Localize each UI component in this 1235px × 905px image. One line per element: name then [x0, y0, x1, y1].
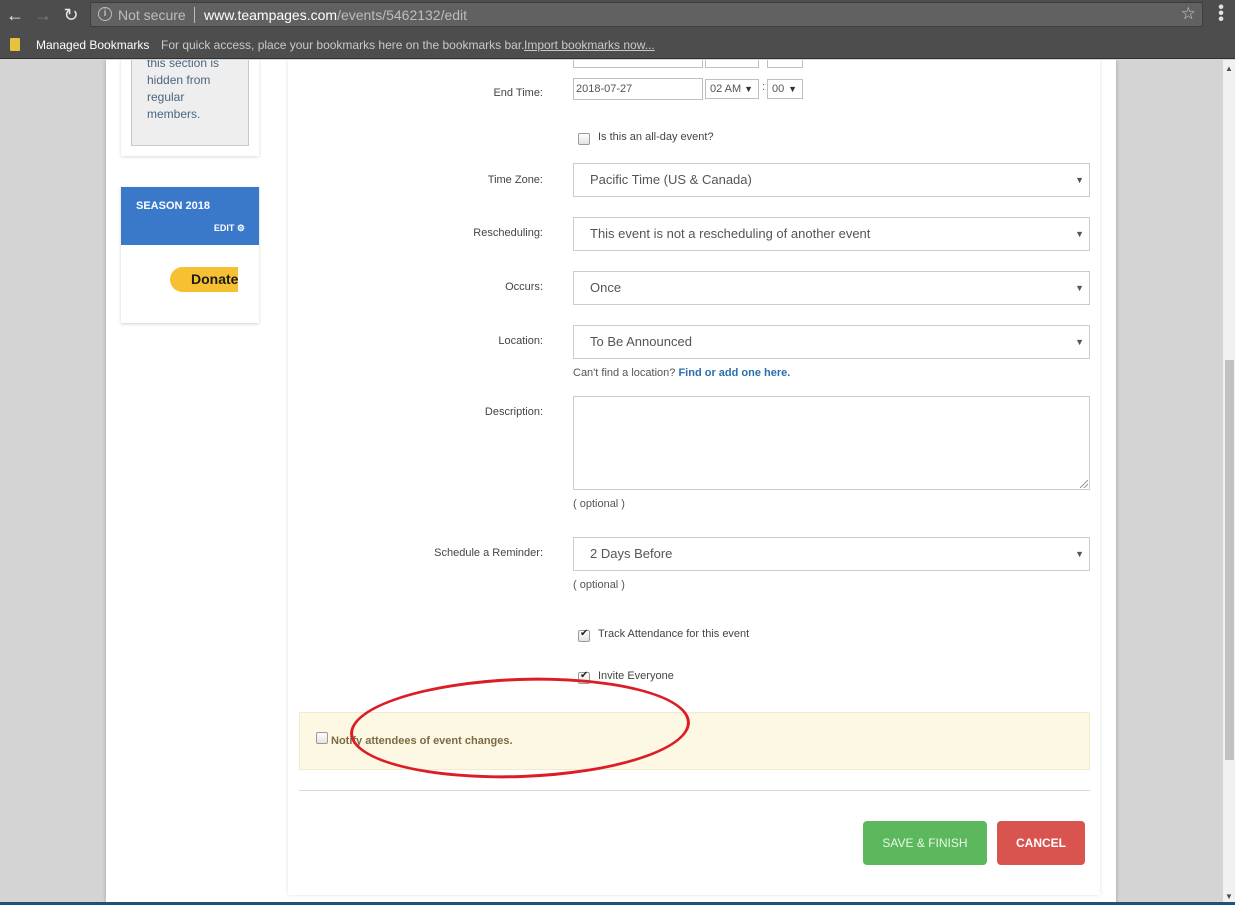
season-edit-label: EDIT	[213, 223, 235, 233]
back-arrow-icon: ←	[6, 5, 24, 25]
bookmarks-bar: Managed Bookmarks For quick access, plac…	[0, 30, 1235, 59]
gear-icon: ⚙	[236, 223, 245, 233]
chevron-down-icon: ▼	[1075, 283, 1084, 293]
forward-arrow-icon: →	[34, 5, 52, 25]
end-minute-value: 00	[772, 83, 785, 95]
scrollbar-thumb[interactable]	[1225, 360, 1234, 760]
season-header: SEASON 2018 EDIT ⚙	[121, 187, 259, 245]
reload-button[interactable]: ↻	[60, 4, 82, 26]
hidden-section-note: this section is hidden from regular memb…	[131, 60, 249, 146]
start-hour-select[interactable]	[705, 60, 759, 68]
donate-button[interactable]: Donate	[170, 267, 238, 292]
end-time-label: End Time:	[493, 87, 543, 99]
time-zone-value: Pacific Time (US & Canada)	[590, 172, 752, 187]
time-zone-label: Time Zone:	[487, 174, 543, 186]
browser-toolbar: ← → ↻ i Not secure www.teampages.com/eve…	[0, 0, 1235, 30]
notify-attendees-checkbox[interactable]	[316, 732, 328, 744]
location-value: To Be Announced	[590, 334, 692, 349]
rescheduling-label: Rescheduling:	[473, 227, 543, 239]
page-viewport: this section is hidden from regular memb…	[0, 60, 1223, 905]
address-bar[interactable]: i Not secure www.teampages.com/events/54…	[90, 2, 1203, 27]
description-textarea[interactable]	[573, 396, 1090, 490]
bookmark-folder-icon[interactable]	[10, 38, 20, 51]
bookmarks-hint: For quick access, place your bookmarks h…	[161, 38, 525, 52]
end-date-input[interactable]: 2018-07-27	[573, 78, 703, 100]
forward-button[interactable]: →	[32, 4, 54, 26]
occurs-value: Once	[590, 280, 622, 295]
end-minute-select[interactable]: 00 ▼	[767, 79, 803, 99]
back-button[interactable]: ←	[4, 4, 26, 26]
time-separator: :	[762, 81, 766, 93]
address-separator	[194, 7, 195, 23]
info-icon[interactable]: i	[98, 7, 112, 21]
season-card: SEASON 2018 EDIT ⚙ Donate	[121, 187, 259, 323]
season-title: SEASON 2018	[136, 200, 210, 212]
scroll-down-icon[interactable]: ▼	[1225, 892, 1233, 901]
page-scrollbar[interactable]: ▲ ▼	[1223, 60, 1235, 905]
track-attendance-label: Track Attendance for this event	[598, 628, 750, 640]
form-divider	[299, 790, 1090, 791]
rescheduling-value: This event is not a rescheduling of anot…	[590, 226, 871, 241]
time-zone-select[interactable]: Pacific Time (US & Canada) ▼	[573, 163, 1090, 197]
location-helper: Can't find a location? Find or add one h…	[573, 367, 790, 379]
reminder-optional-hint: ( optional )	[573, 579, 625, 591]
location-select[interactable]: To Be Announced ▼	[573, 325, 1090, 359]
end-hour-value: 02 AM	[710, 83, 742, 95]
location-helper-text: Can't find a location?	[573, 367, 676, 379]
managed-bookmarks-folder[interactable]: Managed Bookmarks	[36, 38, 149, 52]
notify-attendees-panel: Notify attendees of event changes.	[299, 712, 1090, 770]
reload-icon: ↻	[63, 5, 79, 25]
invite-everyone-label: Invite Everyone	[598, 670, 674, 682]
location-label: Location:	[498, 335, 543, 347]
description-label: Description:	[484, 406, 543, 418]
chevron-down-icon: ▼	[788, 84, 797, 94]
reminder-label: Schedule a Reminder:	[434, 547, 543, 559]
hidden-section-card: this section is hidden from regular memb…	[121, 60, 259, 156]
browser-menu-icon[interactable]: • • •	[1216, 0, 1226, 28]
cancel-button[interactable]: CANCEL	[997, 821, 1085, 865]
all-day-checkbox[interactable]	[578, 133, 590, 145]
content-column: this section is hidden from regular memb…	[106, 60, 1116, 905]
end-hour-select[interactable]: 02 AM ▼	[705, 79, 759, 99]
track-attendance-checkbox[interactable]	[578, 628, 590, 642]
find-location-link[interactable]: Find or add one here.	[678, 367, 790, 379]
url-path: /events/5462132/edit	[337, 7, 468, 23]
description-optional-hint: ( optional )	[573, 498, 625, 510]
chevron-down-icon: ▼	[1075, 549, 1084, 559]
invite-everyone-checkbox[interactable]	[578, 670, 590, 684]
resize-handle[interactable]	[1080, 480, 1088, 488]
occurs-select[interactable]: Once ▼	[573, 271, 1090, 305]
all-day-label: Is this an all-day event?	[598, 131, 714, 143]
bookmark-star-icon[interactable]: ☆	[1181, 4, 1196, 24]
reminder-select[interactable]: 2 Days Before ▼	[573, 537, 1090, 571]
url-host: www.teampages.com	[204, 7, 338, 23]
reminder-value: 2 Days Before	[590, 546, 673, 561]
chevron-down-icon: ▼	[1075, 229, 1084, 239]
start-minute-select[interactable]	[767, 60, 803, 68]
event-form: End Time: 2018-07-27 02 AM ▼ : 00 ▼ Is t…	[288, 60, 1100, 895]
chevron-down-icon: ▼	[744, 84, 753, 94]
rescheduling-select[interactable]: This event is not a rescheduling of anot…	[573, 217, 1090, 251]
save-finish-button[interactable]: SAVE & FINISH	[863, 821, 987, 865]
security-label[interactable]: Not secure	[118, 7, 186, 23]
import-bookmarks-link[interactable]: Import bookmarks now...	[524, 38, 655, 52]
url-text[interactable]: www.teampages.com/events/5462132/edit	[204, 7, 467, 23]
scroll-up-icon[interactable]: ▲	[1225, 64, 1233, 73]
notify-attendees-label: Notify attendees of event changes.	[331, 735, 513, 747]
season-edit-button[interactable]: EDIT ⚙	[214, 223, 245, 234]
chevron-down-icon: ▼	[1075, 337, 1084, 347]
chevron-down-icon: ▼	[1075, 175, 1084, 185]
occurs-label: Occurs:	[505, 281, 543, 293]
start-date-input[interactable]	[573, 60, 703, 68]
